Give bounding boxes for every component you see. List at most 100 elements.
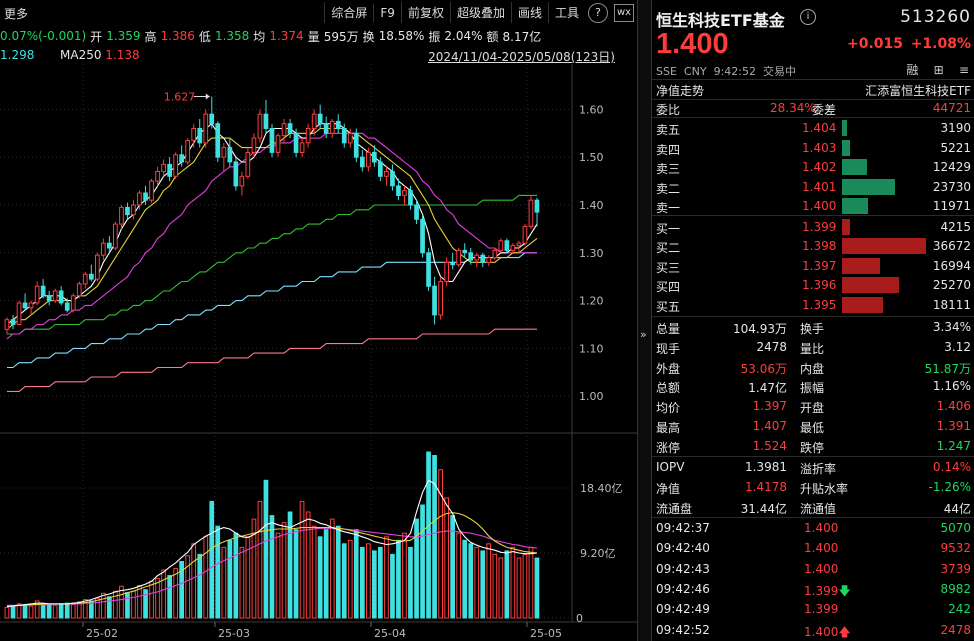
level-volume: 12429 — [932, 160, 971, 174]
volume-bar — [341, 543, 347, 619]
kline-chart-pane[interactable]: 更多 综合屏 F9 前复权 超级叠加 画线 工具 ? wx 0.07%(-0.0… — [0, 0, 637, 641]
stat-label: 总量 — [656, 322, 681, 336]
stat-label: 跌停 — [800, 440, 825, 455]
stat-value: 51.87万 — [924, 361, 971, 376]
candle-body — [474, 254, 480, 261]
volume-bar — [167, 575, 173, 619]
iopv-row: IOPV 1.3981 溢折率 0.14% — [652, 457, 974, 477]
level-volume-bar — [842, 139, 850, 156]
volume-tick-label: 0 — [576, 612, 583, 625]
volume-bar — [396, 539, 401, 619]
buy-level-row[interactable]: 买五 1.395 18111 — [652, 295, 974, 315]
kline-svg[interactable]: 1.60 1.50 1.40 1.30 1.20 1.10 1.00 18.40亿 9.20亿 0… — [0, 0, 637, 641]
volume-bar — [323, 529, 329, 619]
candle-body — [287, 123, 293, 134]
stat-row: 外盘 53.06万 内盘 51.87万 — [652, 357, 974, 377]
stat-row: 涨停 1.524 跌停 1.247 — [652, 436, 974, 456]
peak-label: 1.627 — [164, 90, 196, 103]
level-price: 1.401 — [802, 179, 837, 194]
sell-level-row[interactable]: 卖三 1.402 12429 — [652, 157, 974, 177]
stat-value: 1.391 — [936, 419, 971, 433]
buy-level-row[interactable]: 买二 1.398 36672 — [652, 236, 974, 256]
level-volume: 5221 — [940, 140, 971, 155]
volume-bar — [239, 546, 245, 619]
stat-row: 总量 104.93万 换手 3.34% — [652, 317, 974, 337]
stat-value: 44亿 — [943, 501, 971, 516]
candle-body — [10, 319, 16, 326]
candle-body — [456, 249, 461, 266]
candle-body — [516, 242, 522, 247]
info-icon[interactable]: i — [800, 9, 816, 25]
volume-bar — [197, 553, 203, 619]
buy-level-row[interactable]: 买四 1.396 25270 — [652, 275, 974, 295]
stat-label: 流通值 — [800, 501, 837, 516]
level-volume: 36672 — [932, 239, 971, 253]
candle-body — [329, 120, 335, 134]
stat-value: 0.14% — [932, 460, 971, 474]
grid-icon[interactable]: ⊞ — [934, 63, 944, 77]
price-change-pct: +1.08% — [910, 36, 971, 52]
candle-body — [432, 285, 437, 316]
volume-bar — [317, 536, 323, 619]
candle-body — [119, 206, 124, 225]
level-volume: 25270 — [932, 278, 971, 292]
stat-label: 振幅 — [800, 381, 825, 396]
candle-body — [420, 218, 425, 254]
volume-tick-label: 9.20亿 — [580, 547, 616, 560]
tick-volume: 5070 — [940, 521, 971, 535]
candle-body — [143, 192, 148, 201]
candle-body — [95, 254, 100, 280]
stat-label: 升贴水率 — [800, 481, 849, 496]
buy-level-row[interactable]: 买一 1.399 4215 — [652, 217, 974, 237]
candle-body — [179, 154, 185, 163]
candle-body — [378, 161, 383, 177]
candle-body — [486, 257, 492, 263]
candle-body — [107, 242, 112, 249]
tick-row: 09:42:43 1.400 3739 — [652, 559, 974, 579]
stat-label: IOPV — [656, 460, 685, 474]
volume-bar — [221, 546, 227, 619]
level-price: 1.395 — [802, 297, 837, 312]
volume-bar — [456, 532, 461, 619]
date-tick-label: 25-05 — [530, 627, 562, 640]
candle-body — [299, 142, 305, 153]
ma120-line — [7, 252, 537, 369]
level-volume-bar — [842, 120, 847, 136]
candle-body — [64, 302, 70, 311]
sell-level-row[interactable]: 卖五 1.404 3190 — [652, 118, 974, 138]
collapse-panel-button[interactable]: » — [638, 0, 652, 641]
stat-row: 均价 1.397 开盘 1.406 — [652, 396, 974, 416]
candle-body — [70, 295, 76, 311]
stat-row: 总额 1.47亿 振幅 1.16% — [652, 376, 974, 396]
stat-label: 现手 — [656, 341, 681, 356]
candle-body — [305, 128, 311, 144]
volume-bar — [402, 532, 407, 619]
tick-volume: 8982 — [940, 581, 971, 596]
volume-bar — [516, 557, 522, 619]
candle-body — [215, 123, 221, 158]
sell-level-row[interactable]: 卖四 1.403 5221 — [652, 138, 974, 158]
ma250-line — [7, 328, 537, 392]
stat-label: 换手 — [800, 322, 825, 336]
menu-icon[interactable]: ≡ — [959, 63, 969, 77]
level-price: 1.399 — [802, 219, 837, 234]
candle-body — [347, 132, 353, 144]
margin-icon[interactable]: 融 — [906, 63, 918, 77]
sell-level-row[interactable]: 卖二 1.401 23730 — [652, 177, 974, 197]
nav-tab[interactable]: 净值走势 — [656, 82, 704, 99]
tick-price: 1.400 — [804, 521, 839, 535]
candle-body — [390, 171, 395, 187]
candle-body — [173, 154, 179, 177]
stat-value: 1.4178 — [745, 479, 787, 494]
price-change: +0.015 — [847, 36, 904, 52]
volume-tick-label: 18.40亿 — [580, 482, 623, 495]
candle-body — [185, 140, 191, 163]
level-volume-bar — [842, 296, 883, 313]
iopv-row: 净值 1.4178 升贴水率 -1.26% — [652, 477, 974, 497]
stat-value: 1.406 — [936, 399, 971, 414]
sell-level-row[interactable]: 卖一 1.400 11971 — [652, 196, 974, 216]
tick-time: 09:42:52 — [656, 622, 710, 637]
candle-body — [311, 113, 317, 129]
tick-row: 09:42:40 1.400 9532 — [652, 538, 974, 558]
buy-level-row[interactable]: 买三 1.397 16994 — [652, 256, 974, 276]
